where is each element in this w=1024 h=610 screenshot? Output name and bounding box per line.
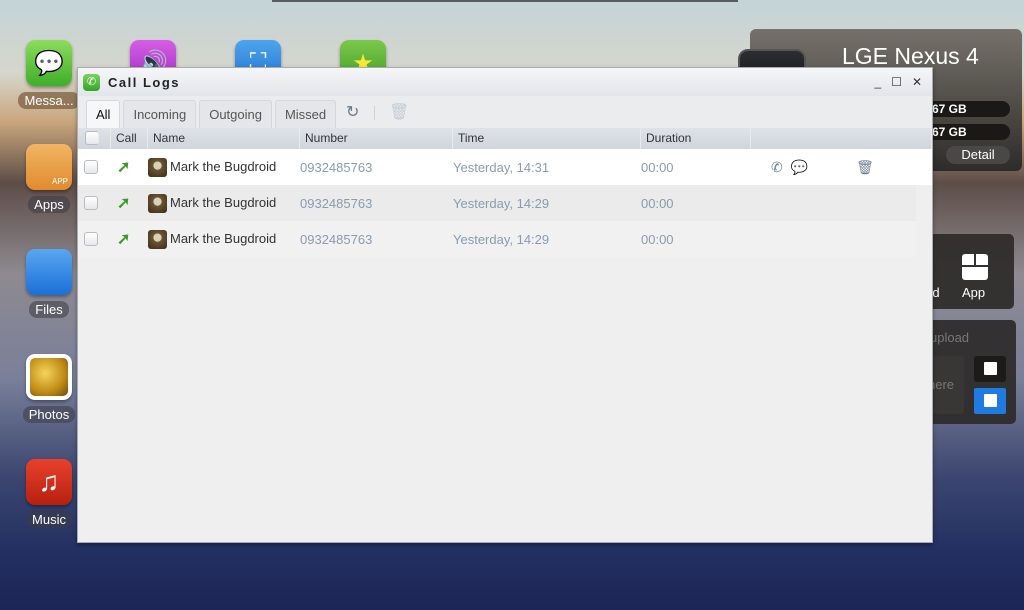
phone-app-icon: ✆: [83, 73, 100, 91]
drop-zone[interactable]: here: [928, 356, 964, 414]
contact-name: Mark the Bugdroid: [170, 194, 277, 210]
call-time: Yesterday, 14:29: [453, 231, 550, 247]
app-box-icon[interactable]: [962, 254, 988, 280]
desktop-icon-photos[interactable]: Photos: [14, 354, 84, 424]
add-folder-icon: [984, 362, 997, 375]
close-button[interactable]: ✕: [912, 75, 922, 89]
delete-icon[interactable]: 🗑: [856, 159, 874, 176]
window-title: Call Logs: [108, 74, 181, 90]
tab-outgoing[interactable]: Outgoing: [199, 100, 272, 128]
detail-button[interactable]: Detail: [946, 146, 1010, 164]
column-call[interactable]: Call: [111, 128, 148, 149]
call-icon[interactable]: ✆: [771, 159, 783, 176]
column-duration[interactable]: Duration: [641, 128, 751, 149]
device-name: LGE Nexus 4: [842, 43, 979, 69]
install-panel: rd App: [922, 234, 1014, 309]
storage-bar-internal: 67 GB: [926, 101, 1010, 117]
music-note-icon: ♫: [38, 466, 60, 497]
desktop-icon-label: Messa...: [18, 92, 80, 109]
outgoing-call-icon: ➚: [117, 159, 131, 176]
trash-icon[interactable]: 🗑: [389, 102, 409, 122]
desktop-icon-files[interactable]: Files: [14, 249, 84, 319]
package-box-icon: APP: [51, 177, 68, 186]
desktop-icon-messages[interactable]: 💬 Messa...: [14, 40, 84, 110]
contact-avatar: [148, 193, 167, 213]
upload-folder-button[interactable]: [974, 356, 1006, 382]
table-header: Call Name Number Time Duration: [78, 128, 932, 149]
table-body: ➚ Mark the Bugdroid 0932485763 Yesterday…: [78, 149, 932, 257]
refresh-icon[interactable]: ↻: [346, 102, 359, 122]
storage-bar-sd: 67 GB: [926, 124, 1010, 140]
desktop-icon-music[interactable]: ♫ Music: [14, 459, 84, 529]
upload-label: upload: [930, 330, 970, 345]
desktop-icon-label: Music: [26, 511, 72, 528]
contact-avatar: [148, 157, 167, 177]
upload-panel: upload here: [922, 320, 1016, 424]
minimize-button[interactable]: _: [874, 75, 881, 89]
table-row[interactable]: ➚ Mark the Bugdroid 0932485763 Yesterday…: [78, 149, 932, 185]
call-duration: 00:00: [641, 231, 674, 247]
tab-incoming[interactable]: Incoming: [123, 100, 197, 128]
folder-icon: [26, 249, 72, 295]
call-time: Yesterday, 14:31: [453, 159, 550, 175]
app-button-label[interactable]: App: [962, 285, 985, 300]
column-name[interactable]: Name: [148, 128, 300, 149]
column-time[interactable]: Time: [453, 128, 641, 149]
column-number[interactable]: Number: [300, 128, 453, 149]
window-titlebar[interactable]: ✆ Call Logs _ ☐ ✕: [78, 68, 932, 96]
table-row[interactable]: ➚ Mark the Bugdroid 0932485763 Yesterday…: [78, 185, 916, 221]
message-bubble-icon: 💬: [34, 49, 64, 77]
call-logs-window: ✆ Call Logs _ ☐ ✕ All Incoming Outgoing …: [77, 67, 933, 543]
column-actions: [751, 128, 932, 149]
row-checkbox[interactable]: [84, 160, 98, 174]
upload-file-button[interactable]: [974, 388, 1006, 414]
phone-number: 0932485763: [300, 159, 373, 175]
desktop-icon-label: Apps: [28, 196, 70, 213]
call-duration: 00:00: [641, 159, 674, 175]
top-bar: [272, 0, 738, 2]
add-file-icon: [984, 394, 997, 407]
message-icon[interactable]: 💬: [791, 159, 808, 176]
toolbar-divider: [374, 106, 375, 120]
desktop-icon-label: Photos: [22, 406, 76, 423]
outgoing-call-icon: ➚: [117, 231, 131, 248]
maximize-button[interactable]: ☐: [891, 75, 902, 89]
outgoing-call-icon: ➚: [117, 195, 131, 212]
row-checkbox[interactable]: [84, 232, 98, 246]
photo-icon: [30, 358, 68, 396]
contact-name: Mark the Bugdroid: [170, 158, 277, 174]
toolbar: All Incoming Outgoing Missed ↻ 🗑: [78, 96, 932, 128]
row-checkbox[interactable]: [84, 196, 98, 210]
phone-number: 0932485763: [300, 195, 373, 211]
call-time: Yesterday, 14:29: [453, 195, 550, 211]
tab-all[interactable]: All: [86, 100, 121, 128]
desktop-icon-apps[interactable]: APP Apps: [14, 144, 84, 214]
contact-name: Mark the Bugdroid: [170, 230, 277, 246]
table-row[interactable]: ➚ Mark the Bugdroid 0932485763 Yesterday…: [78, 221, 916, 257]
select-all-checkbox[interactable]: [85, 131, 99, 145]
tab-missed[interactable]: Missed: [274, 100, 337, 128]
contact-avatar: [148, 229, 167, 249]
call-duration: 00:00: [641, 195, 674, 211]
phone-number: 0932485763: [300, 231, 373, 247]
desktop-icon-label: Files: [29, 301, 69, 318]
